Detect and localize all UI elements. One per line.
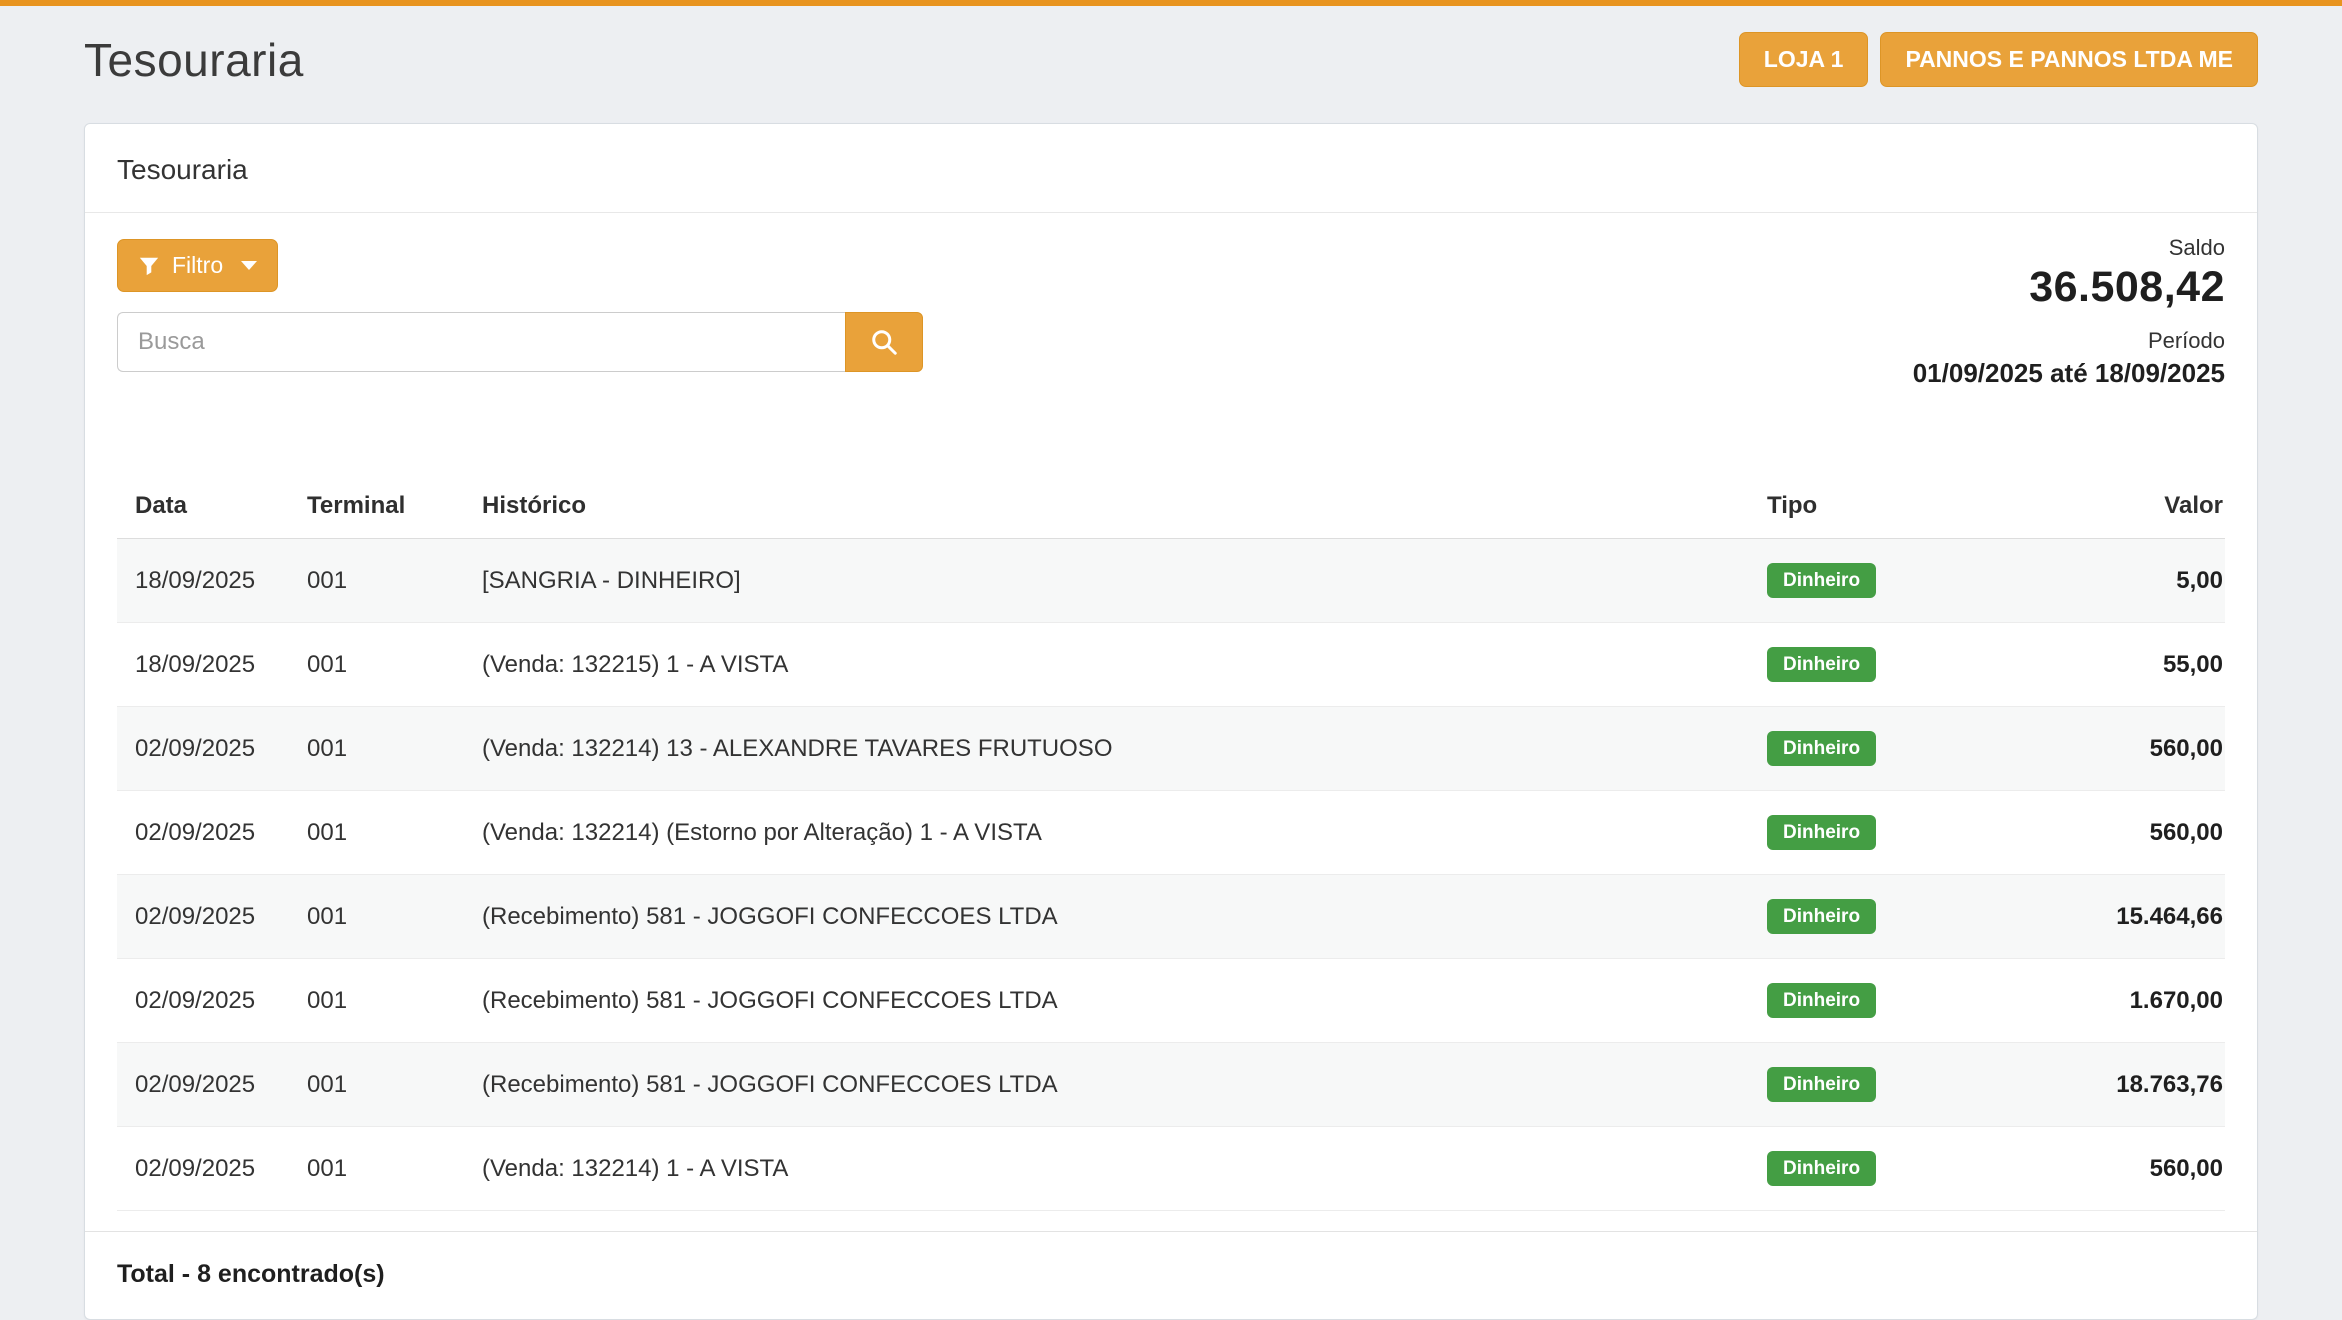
table-row: 02/09/2025 001 (Venda: 132214) 13 - ALEX… — [117, 707, 2225, 791]
store-button[interactable]: LOJA 1 — [1739, 32, 1869, 87]
search-button[interactable] — [845, 312, 923, 372]
table-row: 02/09/2025 001 (Recebimento) 581 - JOGGO… — [117, 875, 2225, 959]
toolbar: Filtro — [117, 239, 2225, 372]
table-row: 02/09/2025 001 (Venda: 132214) (Estorno … — [117, 791, 2225, 875]
card-title: Tesouraria — [85, 124, 2257, 213]
cell-terminal: 001 — [307, 707, 482, 791]
cell-historico: (Recebimento) 581 - JOGGOFI CONFECCOES L… — [482, 875, 1767, 959]
cell-data: 02/09/2025 — [117, 959, 307, 1043]
cell-data: 18/09/2025 — [117, 539, 307, 623]
cell-historico: (Recebimento) 581 - JOGGOFI CONFECCOES L… — [482, 959, 1767, 1043]
filter-icon — [138, 255, 160, 277]
cell-terminal: 001 — [307, 791, 482, 875]
cell-valor: 1.670,00 — [1967, 959, 2225, 1043]
periodo-label: Período — [1913, 328, 2225, 354]
card-body: Filtro Saldo 36.508,42 Período — [85, 213, 2257, 1211]
cell-tipo: Dinheiro — [1767, 791, 1967, 875]
cell-terminal: 001 — [307, 1127, 482, 1211]
saldo-label: Saldo — [1913, 235, 2225, 261]
tipo-badge: Dinheiro — [1767, 1151, 1876, 1186]
cell-historico: (Recebimento) 581 - JOGGOFI CONFECCOES L… — [482, 1043, 1767, 1127]
column-header-tipo: Tipo — [1767, 484, 1967, 539]
cell-historico: (Venda: 132214) 13 - ALEXANDRE TAVARES F… — [482, 707, 1767, 791]
table-total: Total - 8 encontrado(s) — [85, 1231, 2257, 1319]
search-icon — [869, 327, 899, 357]
cell-terminal: 001 — [307, 959, 482, 1043]
cell-historico: [SANGRIA - DINHEIRO] — [482, 539, 1767, 623]
transactions-table: Data Terminal Histórico Tipo Valor 18/09… — [117, 484, 2225, 1211]
cell-data: 02/09/2025 — [117, 875, 307, 959]
tesouraria-card: Tesouraria Filtro — [84, 123, 2258, 1320]
cell-tipo: Dinheiro — [1767, 1043, 1967, 1127]
tipo-badge: Dinheiro — [1767, 815, 1876, 850]
cell-terminal: 001 — [307, 539, 482, 623]
cell-data: 18/09/2025 — [117, 623, 307, 707]
cell-valor: 560,00 — [1967, 791, 2225, 875]
column-header-historico: Histórico — [482, 484, 1767, 539]
page-title: Tesouraria — [84, 33, 304, 87]
header-buttons: LOJA 1 PANNOS E PANNOS LTDA ME — [1739, 32, 2258, 87]
filter-button[interactable]: Filtro — [117, 239, 278, 292]
table-row: 18/09/2025 001 (Venda: 132215) 1 - A VIS… — [117, 623, 2225, 707]
table-header-row: Data Terminal Histórico Tipo Valor — [117, 484, 2225, 539]
cell-tipo: Dinheiro — [1767, 623, 1967, 707]
column-header-terminal: Terminal — [307, 484, 482, 539]
cell-tipo: Dinheiro — [1767, 539, 1967, 623]
cell-terminal: 001 — [307, 875, 482, 959]
cell-valor: 18.763,76 — [1967, 1043, 2225, 1127]
cell-terminal: 001 — [307, 1043, 482, 1127]
periodo-value: 01/09/2025 até 18/09/2025 — [1913, 358, 2225, 389]
table-row: 18/09/2025 001 [SANGRIA - DINHEIRO] Dinh… — [117, 539, 2225, 623]
caret-down-icon — [241, 261, 257, 270]
search-group — [117, 312, 923, 372]
tipo-badge: Dinheiro — [1767, 563, 1876, 598]
tipo-badge: Dinheiro — [1767, 731, 1876, 766]
cell-terminal: 001 — [307, 623, 482, 707]
cell-valor: 560,00 — [1967, 1127, 2225, 1211]
balance-summary: Saldo 36.508,42 Período 01/09/2025 até 1… — [1913, 235, 2225, 389]
cell-valor: 55,00 — [1967, 623, 2225, 707]
cell-tipo: Dinheiro — [1767, 875, 1967, 959]
page-header: Tesouraria LOJA 1 PANNOS E PANNOS LTDA M… — [0, 6, 2342, 87]
table-row: 02/09/2025 001 (Recebimento) 581 - JOGGO… — [117, 1043, 2225, 1127]
cell-valor: 15.464,66 — [1967, 875, 2225, 959]
search-input[interactable] — [117, 312, 845, 372]
cell-historico: (Venda: 132214) 1 - A VISTA — [482, 1127, 1767, 1211]
cell-historico: (Venda: 132214) (Estorno por Alteração) … — [482, 791, 1767, 875]
tipo-badge: Dinheiro — [1767, 983, 1876, 1018]
column-header-valor: Valor — [1967, 484, 2225, 539]
cell-data: 02/09/2025 — [117, 1127, 307, 1211]
cell-valor: 5,00 — [1967, 539, 2225, 623]
saldo-value: 36.508,42 — [1913, 263, 2225, 312]
cell-tipo: Dinheiro — [1767, 1127, 1967, 1211]
company-button[interactable]: PANNOS E PANNOS LTDA ME — [1880, 32, 2258, 87]
cell-data: 02/09/2025 — [117, 791, 307, 875]
table-row: 02/09/2025 001 (Recebimento) 581 - JOGGO… — [117, 959, 2225, 1043]
cell-data: 02/09/2025 — [117, 707, 307, 791]
cell-historico: (Venda: 132215) 1 - A VISTA — [482, 623, 1767, 707]
cell-valor: 560,00 — [1967, 707, 2225, 791]
tipo-badge: Dinheiro — [1767, 647, 1876, 682]
table-row: 02/09/2025 001 (Venda: 132214) 1 - A VIS… — [117, 1127, 2225, 1211]
tipo-badge: Dinheiro — [1767, 899, 1876, 934]
cell-tipo: Dinheiro — [1767, 707, 1967, 791]
cell-data: 02/09/2025 — [117, 1043, 307, 1127]
column-header-data: Data — [117, 484, 307, 539]
cell-tipo: Dinheiro — [1767, 959, 1967, 1043]
filter-button-label: Filtro — [172, 252, 223, 279]
tipo-badge: Dinheiro — [1767, 1067, 1876, 1102]
